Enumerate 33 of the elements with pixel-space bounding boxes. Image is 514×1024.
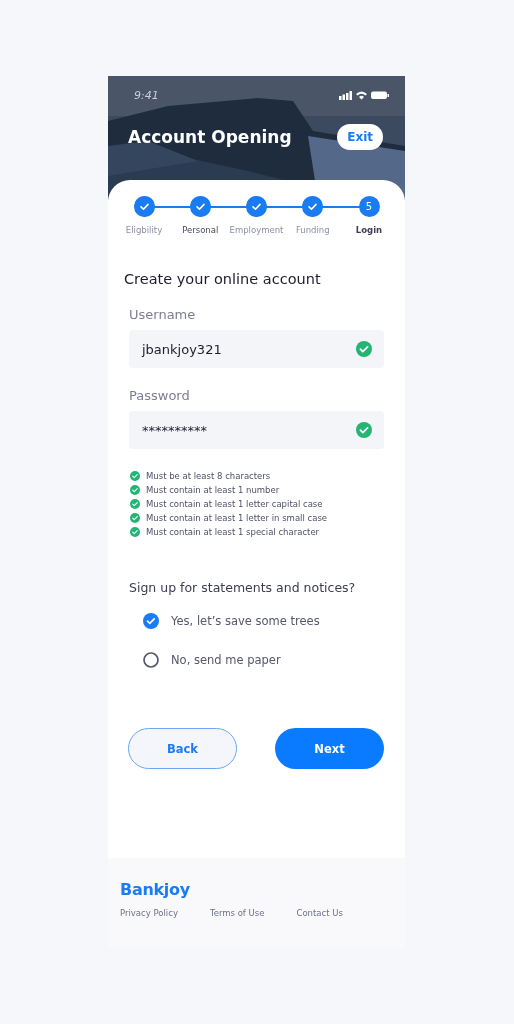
radio-button[interactable] bbox=[143, 652, 159, 668]
question-text: Sign up for statements and notices? bbox=[129, 580, 357, 595]
page-title: Account Opening bbox=[128, 127, 292, 147]
radio-checked-icon[interactable] bbox=[143, 613, 159, 629]
rule-text: Must contain at least 1 number bbox=[146, 485, 280, 495]
rule-text: Must be at least 8 characters bbox=[146, 471, 271, 481]
step-label[interactable]: Funding bbox=[295, 225, 330, 235]
brand-logo: Bankjoy bbox=[120, 880, 191, 899]
footer-link[interactable]: Privacy Policy bbox=[120, 908, 178, 918]
status-icons bbox=[339, 90, 389, 100]
option-label: Yes, let’s save some trees bbox=[171, 614, 320, 628]
rule-text: Must contain at least 1 letter capital case bbox=[146, 499, 323, 509]
back-button[interactable]: Back bbox=[128, 728, 237, 769]
step-number: 5 bbox=[358, 196, 380, 217]
status-time: 9:41 bbox=[134, 88, 159, 102]
input-field[interactable]: jbankjoy321 bbox=[129, 330, 384, 368]
exit-button[interactable]: Exit bbox=[337, 124, 383, 150]
step-label[interactable]: Employment bbox=[229, 225, 284, 235]
rule-text: Must contain at least 1 special character bbox=[146, 527, 320, 537]
input-field[interactable]: ********** bbox=[129, 411, 384, 449]
field-value: ********** bbox=[142, 422, 207, 438]
footer-link[interactable]: Terms of Use bbox=[209, 908, 265, 918]
step-label[interactable]: Eligbility bbox=[125, 225, 163, 235]
section-heading: Create your online account bbox=[124, 271, 322, 287]
option-label: No, send me paper bbox=[171, 653, 281, 667]
step-label[interactable]: Personal bbox=[182, 225, 219, 235]
next-button[interactable]: Next bbox=[275, 728, 384, 769]
field-label: Password bbox=[129, 388, 191, 403]
footer-link[interactable]: Contact Us bbox=[296, 908, 343, 918]
field-label: Username bbox=[129, 307, 197, 322]
rule-text: Must contain at least 1 letter in small case bbox=[146, 513, 328, 523]
step-label[interactable]: Login bbox=[355, 225, 383, 235]
field-value: jbankjoy321 bbox=[142, 341, 222, 357]
